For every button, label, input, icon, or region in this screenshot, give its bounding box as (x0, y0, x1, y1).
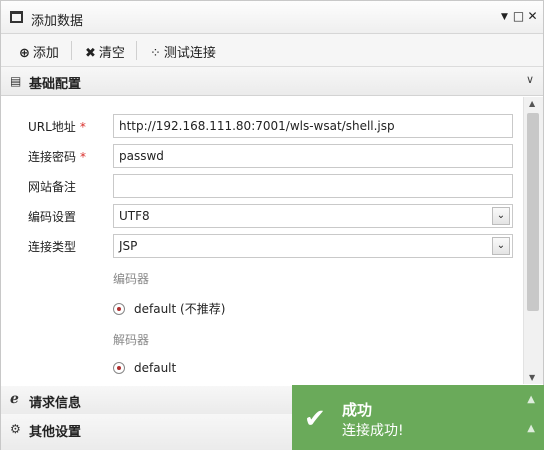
decoder-heading: 解码器 (113, 333, 150, 347)
plus-circle-icon: ⊕ (19, 46, 30, 61)
encoder-option-default[interactable]: default (不推荐) (113, 300, 225, 317)
add-button[interactable]: ⊕ 添加 (19, 42, 59, 61)
vertical-scrollbar[interactable]: ▲ ▼ (523, 97, 543, 384)
minimize-button[interactable]: ▼ (498, 12, 511, 22)
encoder-heading: 编码器 (113, 272, 150, 286)
toolbar-divider (136, 41, 137, 60)
x-icon: ✖ (85, 46, 96, 61)
chevron-down-icon[interactable]: ⌄ (492, 237, 510, 255)
toolbar: ⊕ 添加 ✖ 清空 ⁘ 测试连接 (1, 34, 543, 67)
window-title: 添加数据 (31, 14, 84, 29)
conn-type-label: 连接类型 (28, 240, 77, 254)
clear-button-label: 清空 (98, 46, 125, 61)
scrollbar-thumb[interactable] (527, 113, 539, 311)
section-basic-label: 基础配置 (29, 77, 82, 92)
url-input[interactable]: http://192.168.111.80:7001/wls-wsat/shel… (113, 114, 513, 138)
decoder-option-default[interactable]: default (113, 361, 176, 375)
chevron-up-icon: ▲ (527, 394, 535, 405)
password-label: 连接密码 * (28, 150, 87, 164)
radio-selected-icon[interactable] (113, 303, 125, 315)
list-icon: ▤ (10, 74, 22, 88)
test-connection-label: 测试连接 (163, 46, 216, 61)
password-row: 连接密码 * passwd (1, 144, 523, 168)
test-connection-button[interactable]: ⁘ 测试连接 (150, 42, 216, 61)
chevron-down-icon[interactable]: ⌄ (492, 207, 510, 225)
toast-message: 连接成功! (342, 423, 404, 439)
gears-icon: ⚙ (10, 422, 21, 436)
success-toast[interactable]: ✔ 成功 连接成功! ▲ ▲ (292, 385, 544, 450)
clear-button[interactable]: ✖ 清空 (85, 42, 125, 61)
url-row: URL地址 * http://192.168.111.80:7001/wls-ws… (1, 114, 523, 138)
toast-title: 成功 (342, 401, 373, 419)
note-label: 网站备注 (28, 180, 77, 194)
toolbar-divider (71, 41, 72, 60)
note-input[interactable] (113, 174, 513, 198)
encoding-label: 编码设置 (28, 210, 77, 224)
check-icon: ✔ (304, 404, 326, 434)
conn-type-select-value: JSP (119, 239, 138, 253)
decoder-option-label: default (134, 361, 177, 375)
url-label: URL地址 * (28, 120, 86, 134)
conn-type-select[interactable]: JSP ⌄ (113, 234, 513, 258)
ie-icon: ℯ (10, 391, 19, 407)
password-input[interactable]: passwd (113, 144, 513, 168)
encoder-option-label: default (不推荐) (134, 302, 226, 316)
radio-selected-icon[interactable] (113, 362, 125, 374)
window-titlebar[interactable]: 添加数据 ▼ □ ✕ (1, 1, 543, 34)
maximize-button[interactable]: □ (512, 9, 525, 23)
section-other-label: 其他设置 (29, 425, 82, 440)
required-mark: * (80, 150, 87, 164)
section-basic-header[interactable]: ▤ 基础配置 ∨ (1, 67, 543, 96)
encoding-select[interactable]: UTF8 ⌄ (113, 204, 513, 228)
section-request-label: 请求信息 (29, 396, 82, 411)
chevron-down-icon[interactable]: ∨ (526, 73, 534, 86)
add-data-window: 添加数据 ▼ □ ✕ ⊕ 添加 ✖ 清空 ⁘ 测试连接 ▤ 基础配置 ∨ URL地址 *… (0, 0, 544, 450)
conn-type-row: 连接类型 JSP ⌄ (1, 234, 523, 258)
spinner-icon: ⁘ (150, 46, 161, 61)
encoding-select-value: UTF8 (119, 209, 150, 223)
add-button-label: 添加 (32, 46, 59, 61)
encoding-row: 编码设置 UTF8 ⌄ (1, 204, 523, 228)
chevron-up-icon: ▲ (527, 423, 535, 434)
window-icon (10, 11, 23, 23)
scroll-down-icon[interactable]: ▼ (529, 373, 535, 382)
scroll-up-icon[interactable]: ▲ (529, 99, 535, 108)
note-row: 网站备注 (1, 174, 523, 198)
required-mark: * (79, 120, 86, 134)
basic-config-panel: URL地址 * http://192.168.111.80:7001/wls-ws… (1, 97, 543, 384)
close-button[interactable]: ✕ (526, 9, 539, 23)
